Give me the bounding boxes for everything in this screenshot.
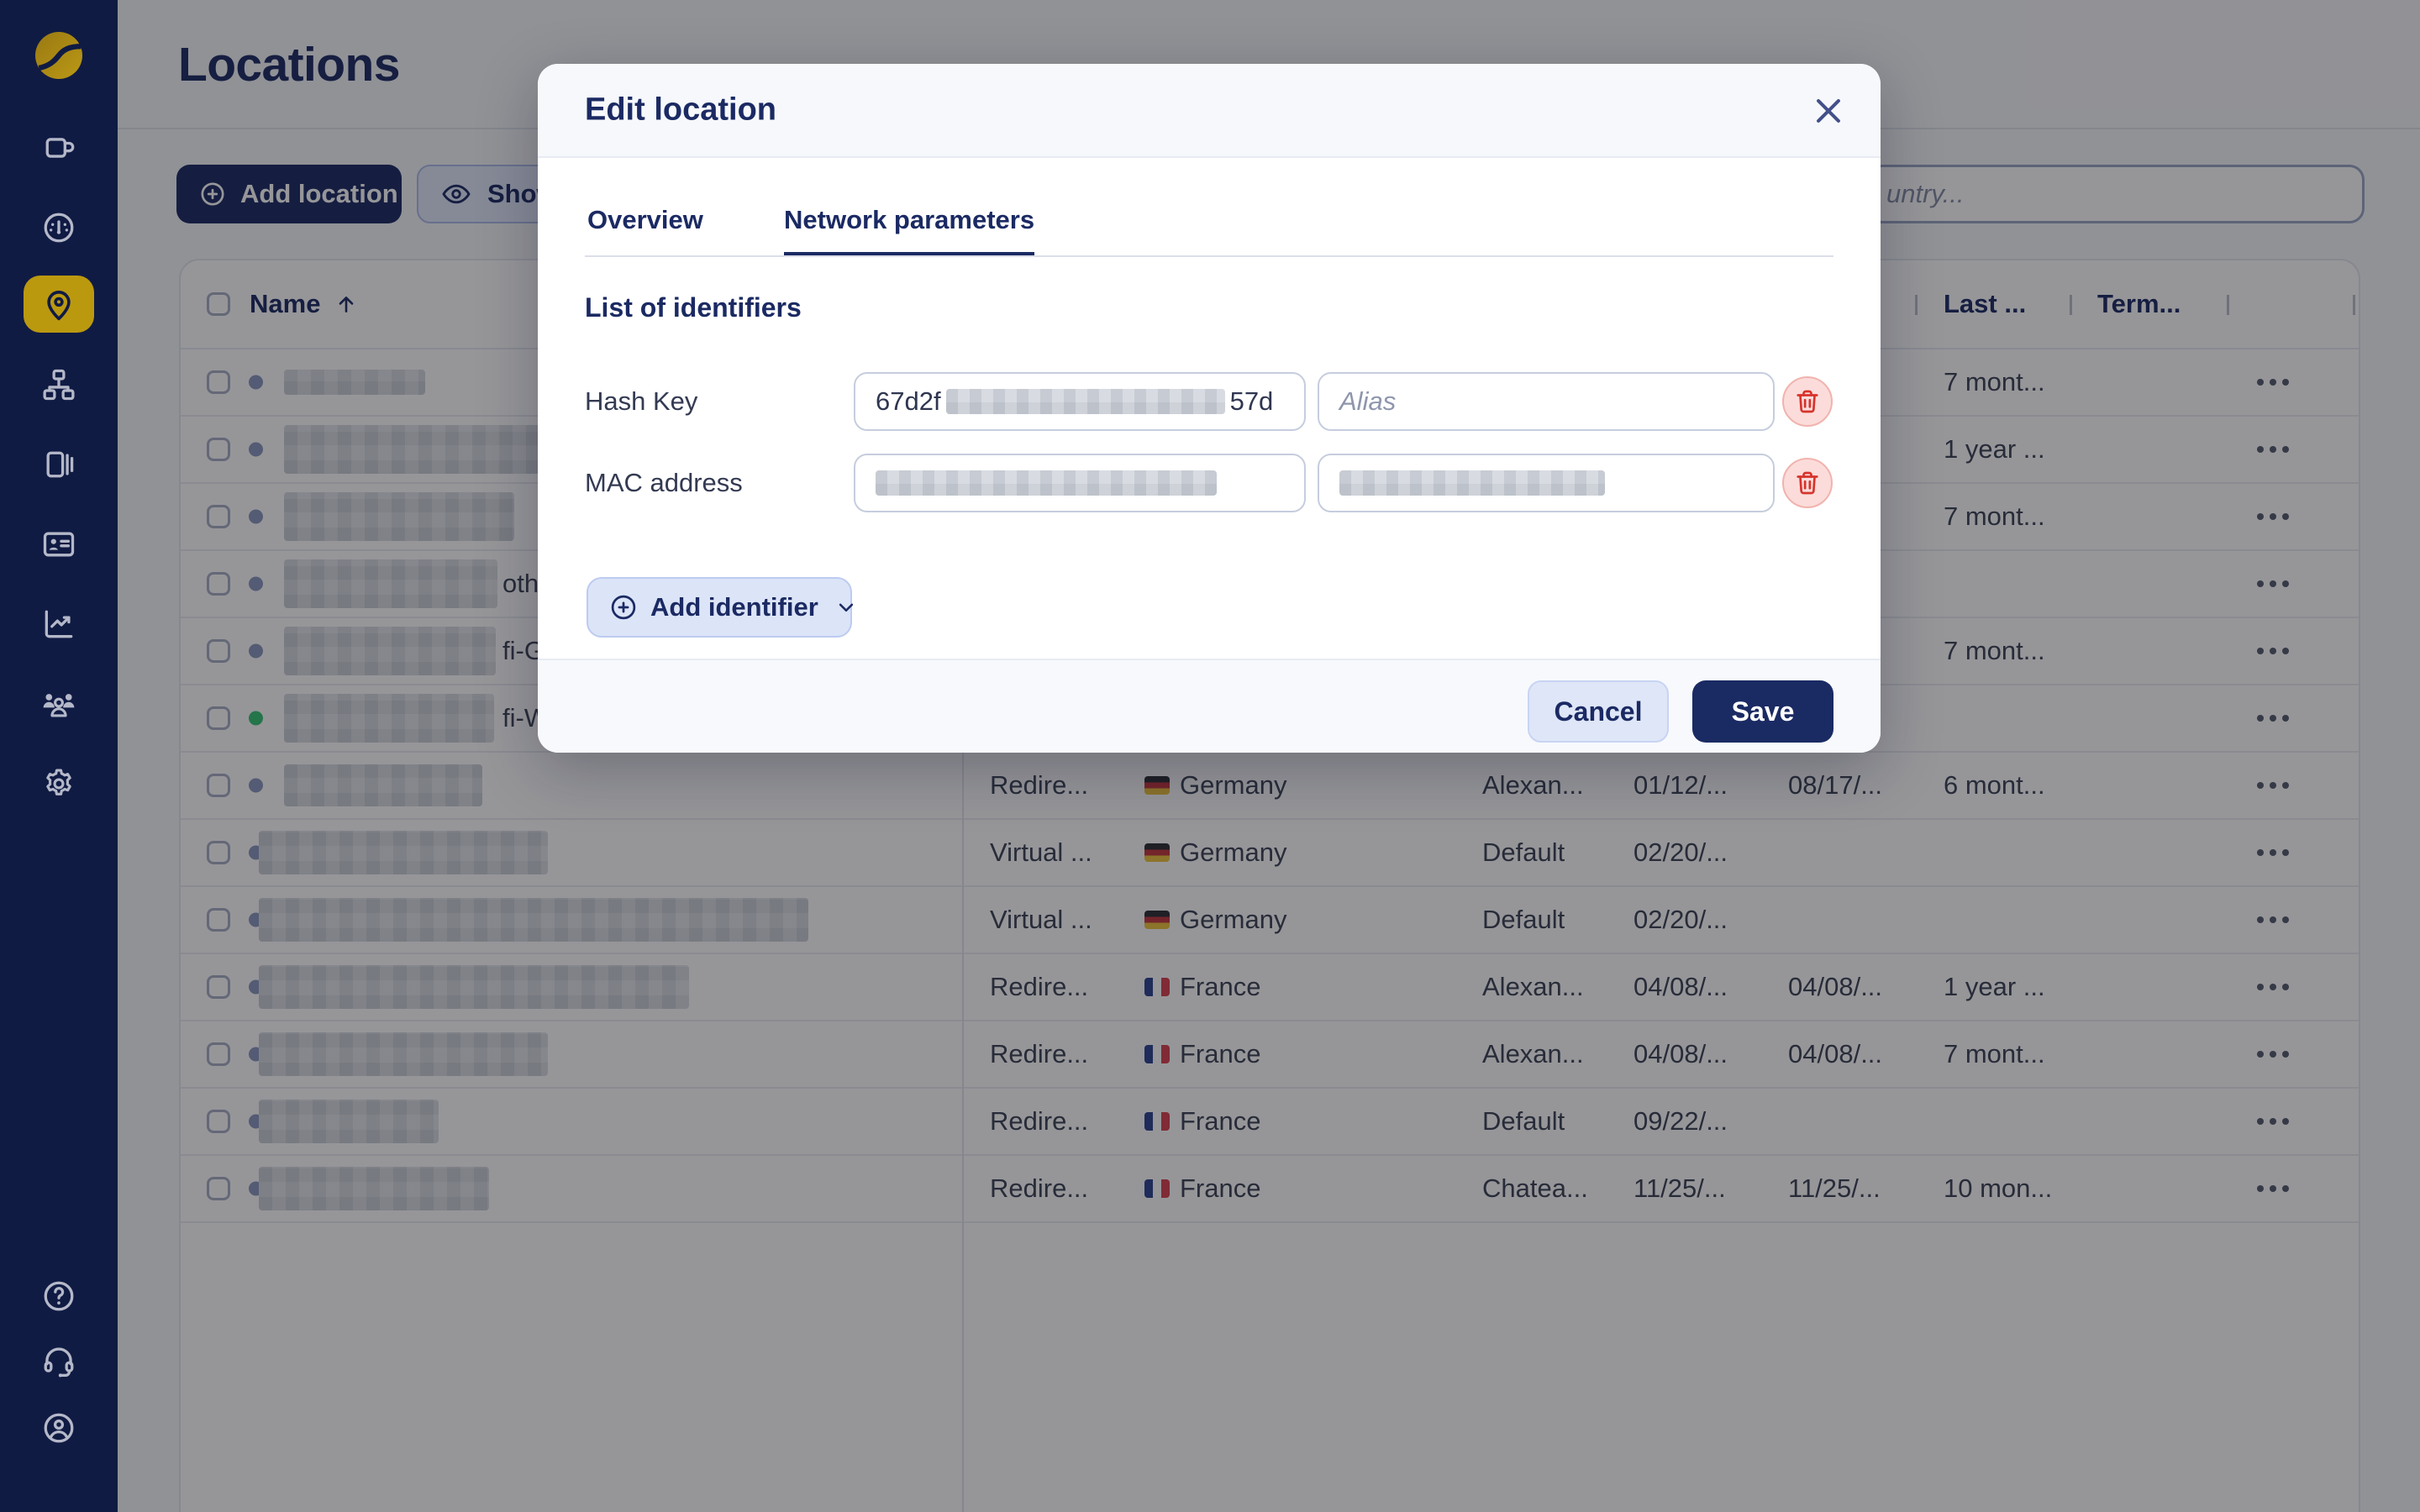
- save-button[interactable]: Save: [1692, 680, 1833, 743]
- help-icon[interactable]: [40, 1278, 77, 1315]
- cancel-button[interactable]: Cancel: [1528, 680, 1669, 743]
- redacted-value: [876, 470, 1217, 496]
- tab-label: Overview: [587, 205, 703, 234]
- add-identifier-button[interactable]: Add identifier: [587, 577, 852, 638]
- tab-label: Network parameters: [784, 205, 1034, 234]
- section-title: List of identifiers: [585, 292, 1833, 323]
- modal-header: Edit location: [538, 64, 1881, 158]
- tab-overview[interactable]: Overview: [587, 205, 703, 257]
- user-circle-icon[interactable]: [40, 1410, 77, 1446]
- close-icon[interactable]: [1810, 92, 1847, 129]
- trash-icon: [1792, 468, 1823, 498]
- tab-network-parameters[interactable]: Network parameters: [784, 205, 1034, 257]
- chevron-down-icon: [834, 595, 859, 620]
- id-card-icon[interactable]: [40, 526, 77, 563]
- edit-location-modal: Edit location Overview Network parameter…: [538, 64, 1881, 753]
- hash-key-input[interactable]: 67d2f 57d: [854, 372, 1306, 431]
- field-label: Hash Key: [585, 386, 697, 417]
- identifier-row-hashkey: Hash Key 67d2f 57d Alias: [585, 372, 1833, 431]
- people-icon[interactable]: [40, 685, 77, 722]
- field-label: MAC address: [585, 468, 743, 498]
- alias-placeholder: Alias: [1339, 386, 1396, 417]
- delete-identifier-button[interactable]: [1782, 376, 1833, 427]
- tabs-baseline: [585, 255, 1833, 257]
- modal-tabs: Overview Network parameters: [585, 158, 1833, 257]
- location-pin-icon: [40, 286, 77, 323]
- sitemap-icon[interactable]: [40, 366, 77, 403]
- gauge-icon[interactable]: [40, 209, 77, 246]
- sidebar: [0, 0, 118, 1512]
- mac-address-input[interactable]: [854, 454, 1306, 512]
- gear-icon[interactable]: [40, 765, 77, 802]
- brand-logo[interactable]: [35, 32, 82, 79]
- headset-icon[interactable]: [40, 1343, 77, 1380]
- trash-icon: [1792, 386, 1823, 417]
- modal-title: Edit location: [585, 92, 776, 129]
- hash-value-prefix: 67d2f: [876, 386, 941, 417]
- alias-input[interactable]: Alias: [1318, 372, 1775, 431]
- modal-footer: Cancel Save: [538, 659, 1881, 753]
- redacted-value: [946, 389, 1225, 414]
- sidebar-item-locations-active[interactable]: [24, 276, 94, 333]
- redacted-value: [1339, 470, 1605, 496]
- plus-circle-icon: [608, 592, 639, 622]
- chart-icon[interactable]: [40, 606, 77, 643]
- doors-icon[interactable]: [40, 446, 77, 483]
- mac-alias-input[interactable]: [1318, 454, 1775, 512]
- identifier-row-mac: MAC address: [585, 454, 1833, 512]
- mug-icon[interactable]: [40, 129, 77, 166]
- hash-value-suffix: 57d: [1230, 386, 1274, 417]
- add-identifier-label: Add identifier: [650, 592, 818, 622]
- delete-identifier-button[interactable]: [1782, 458, 1833, 508]
- app-screen: Locations Add location Show untry... Nam…: [0, 0, 2420, 1512]
